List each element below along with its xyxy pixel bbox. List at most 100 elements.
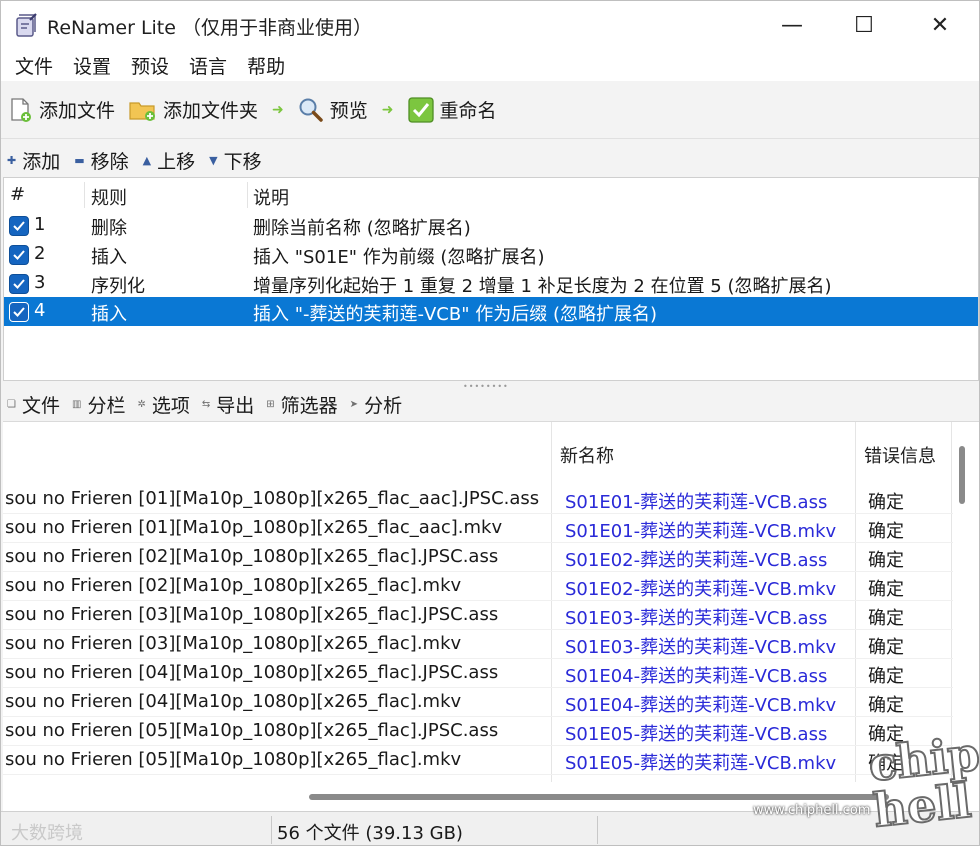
file-old-name: sou no Frieren [02][Ma10p_1080p][x265_fl… — [5, 546, 499, 567]
move-up-button[interactable]: ▲ 上移 — [143, 147, 195, 174]
checkbox-checked-icon[interactable] — [9, 302, 29, 322]
preview-label: 预览 — [329, 100, 368, 122]
files-table: 新名称 错误信息 sou no Frieren [01][Ma10p_1080p… — [3, 421, 979, 811]
minimize-button[interactable]: — — [757, 1, 827, 49]
rules-table: # 规则 说明 1 删除 删除当前名称 (忽略扩展名) 2 插入 插入 "S01… — [3, 177, 979, 381]
files-toolbar: ❏ 文件 ▥ 分栏 ✲ 选项 ⇆ 导出 ⊞ 筛选器 ➤ 分析 — [1, 387, 979, 421]
magnifier-icon — [299, 98, 323, 122]
file-error: 确定 — [868, 550, 904, 571]
checkbox-checked-icon[interactable] — [9, 274, 29, 294]
main-toolbar: 添加文件 添加文件夹 ➜ 预览 ➜ 重命名 — [1, 81, 979, 139]
remove-rule-label: 移除 — [90, 150, 129, 173]
options-menu-label: 选项 — [151, 394, 190, 417]
add-file-icon — [11, 97, 31, 122]
menu-settings[interactable]: 设置 — [63, 52, 121, 79]
minus-icon: ▬ — [74, 153, 85, 167]
add-rule-label: 添加 — [22, 150, 61, 173]
file-new-name: S01E05-葬送的芙莉莲-VCB.mkv — [565, 753, 837, 774]
rule-name: 删除 — [91, 218, 127, 239]
file-old-name: sou no Frieren [05][Ma10p_1080p][x265_fl… — [5, 749, 462, 770]
rule-number: 3 — [34, 272, 46, 293]
watermark-logo: chip hell — [865, 725, 980, 838]
header-error[interactable]: 错误信息 — [864, 442, 936, 468]
file-row[interactable]: sou no Frieren [01][Ma10p_1080p][x265_fl… — [3, 485, 953, 514]
file-new-name: S01E02-葬送的芙莉莲-VCB.ass — [565, 550, 828, 571]
arrow-down-icon: ▼ — [209, 153, 218, 167]
export-menu-button[interactable]: ⇆ 导出 — [202, 391, 254, 418]
rule-number: 2 — [34, 243, 46, 264]
columns-menu-button[interactable]: ▥ 分栏 — [72, 391, 125, 418]
options-menu-button[interactable]: ✲ 选项 — [137, 391, 189, 418]
header-description[interactable]: 说明 — [253, 184, 289, 210]
rule-row-selected[interactable]: 4 插入 插入 "-葬送的芙莉莲-VCB" 作为后缀 (忽略扩展名) — [4, 297, 978, 326]
menu-language[interactable]: 语言 — [179, 52, 237, 79]
file-old-name: sou no Frieren [01][Ma10p_1080p][x265_fl… — [5, 517, 503, 538]
export-icon: ⇆ — [201, 398, 211, 410]
rename-label: 重命名 — [439, 100, 497, 122]
file-row[interactable]: sou no Frieren [03][Ma10p_1080p][x265_fl… — [3, 630, 953, 659]
menu-presets[interactable]: 预设 — [121, 52, 179, 79]
columns-icon: ▥ — [71, 398, 82, 410]
filters-menu-button[interactable]: ⊞ 筛选器 — [266, 391, 337, 418]
remove-rule-button[interactable]: ▬ 移除 — [74, 147, 128, 174]
file-error: 确定 — [868, 492, 904, 513]
minimize-icon: — — [781, 12, 803, 38]
vertical-scrollbar[interactable] — [959, 446, 965, 504]
filters-menu-label: 筛选器 — [280, 394, 338, 417]
files-menu-label: 文件 — [21, 394, 60, 417]
file-row[interactable]: sou no Frieren [01][Ma10p_1080p][x265_fl… — [3, 514, 953, 543]
status-summary: 56 个文件 (39.13 GB) — [277, 823, 463, 844]
rule-name: 序列化 — [91, 276, 145, 297]
file-row[interactable]: sou no Frieren [02][Ma10p_1080p][x265_fl… — [3, 543, 953, 572]
rule-description: 插入 "S01E" 作为前缀 (忽略扩展名) — [253, 247, 545, 268]
header-rule[interactable]: 规则 — [91, 184, 127, 210]
rules-toolbar: ✚ 添加 ▬ 移除 ▲ 上移 ▼ 下移 — [1, 143, 979, 177]
file-row[interactable]: sou no Frieren [04][Ma10p_1080p][x265_fl… — [3, 659, 953, 688]
file-row[interactable]: sou no Frieren [03][Ma10p_1080p][x265_fl… — [3, 601, 953, 630]
header-number[interactable]: # — [10, 184, 25, 205]
rule-row[interactable]: 2 插入 插入 "S01E" 作为前缀 (忽略扩展名) — [4, 240, 978, 269]
close-icon: ✕ — [930, 12, 950, 38]
file-new-name: S01E03-葬送的芙莉莲-VCB.mkv — [565, 637, 837, 658]
checkbox-checked-icon[interactable] — [9, 245, 29, 265]
add-folders-label: 添加文件夹 — [163, 100, 259, 122]
add-folders-button[interactable]: 添加文件夹 — [129, 96, 258, 123]
filter-icon: ⊞ — [266, 398, 275, 410]
plus-icon: ✚ — [7, 153, 17, 167]
header-new-name[interactable]: 新名称 — [560, 442, 614, 468]
rule-row[interactable]: 3 序列化 增量序列化起始于 1 重复 2 增量 1 补足长度为 2 在位置 5… — [4, 269, 978, 298]
menu-file[interactable]: 文件 — [5, 52, 63, 79]
options-icon: ✲ — [137, 398, 146, 410]
rename-button[interactable]: 重命名 — [407, 96, 497, 123]
add-files-label: 添加文件 — [39, 100, 116, 122]
close-button[interactable]: ✕ — [905, 1, 975, 49]
maximize-button[interactable]: ☐ — [829, 1, 899, 49]
rule-description: 增量序列化起始于 1 重复 2 增量 1 补足长度为 2 在位置 5 (忽略扩展… — [253, 276, 832, 297]
arrow-right-icon: ➜ — [272, 101, 284, 118]
move-up-label: 上移 — [157, 150, 196, 173]
file-row[interactable]: sou no Frieren [05][Ma10p_1080p][x265_fl… — [3, 717, 953, 746]
add-rule-button[interactable]: ✚ 添加 — [7, 147, 60, 174]
horizontal-scrollbar[interactable] — [309, 794, 889, 800]
file-row[interactable]: sou no Frieren [04][Ma10p_1080p][x265_fl… — [3, 688, 953, 717]
move-down-button[interactable]: ▼ 下移 — [209, 147, 261, 174]
add-files-button[interactable]: 添加文件 — [9, 96, 115, 123]
move-down-label: 下移 — [223, 150, 262, 173]
menu-help[interactable]: 帮助 — [237, 52, 295, 79]
file-old-name: sou no Frieren [05][Ma10p_1080p][x265_fl… — [5, 720, 499, 741]
columns-menu-label: 分栏 — [87, 394, 126, 417]
file-error: 确定 — [868, 579, 904, 600]
column-divider[interactable] — [247, 182, 248, 208]
analyze-menu-button[interactable]: ➤ 分析 — [350, 391, 402, 418]
file-row[interactable]: sou no Frieren [02][Ma10p_1080p][x265_fl… — [3, 572, 953, 601]
checkbox-checked-icon[interactable] — [9, 216, 29, 236]
column-divider[interactable] — [84, 182, 85, 208]
preview-button[interactable]: 预览 — [298, 96, 368, 123]
file-old-name: sou no Frieren [02][Ma10p_1080p][x265_fl… — [5, 575, 462, 596]
analyze-menu-label: 分析 — [364, 394, 403, 417]
files-menu-button[interactable]: ❏ 文件 — [7, 391, 60, 418]
rule-row[interactable]: 1 删除 删除当前名称 (忽略扩展名) — [4, 211, 978, 240]
file-row[interactable]: sou no Frieren [05][Ma10p_1080p][x265_fl… — [3, 746, 953, 775]
file-new-name: S01E02-葬送的芙莉莲-VCB.mkv — [565, 579, 837, 600]
watermark-url: www.chiphell.com — [753, 803, 871, 818]
